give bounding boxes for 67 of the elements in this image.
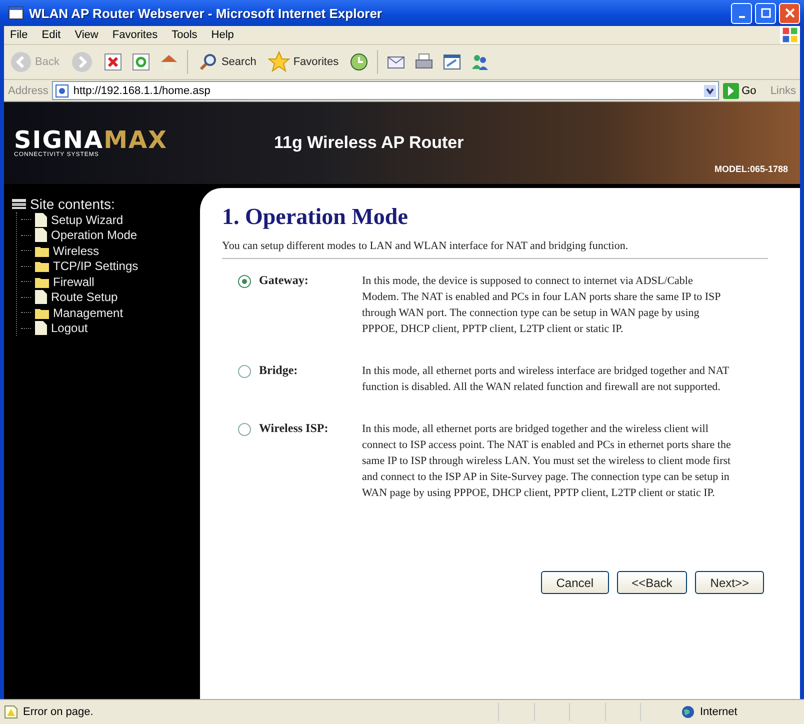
history-icon[interactable] [348, 52, 369, 72]
sidebar-link[interactable]: Wireless [53, 244, 100, 258]
sidebar-title: Site contents: [30, 196, 115, 212]
globe-icon [681, 705, 695, 719]
document-icon [35, 321, 47, 336]
close-button[interactable] [779, 2, 800, 24]
menu-item[interactable]: Favorites [112, 29, 158, 41]
dropdown-icon[interactable] [704, 84, 716, 96]
product-title: 11g Wireless AP Router [274, 133, 465, 153]
menu-item[interactable]: View [74, 29, 98, 41]
radio-button[interactable] [238, 275, 251, 288]
mode-label: Gateway: [259, 273, 308, 288]
wizard-button[interactable]: Cancel [541, 571, 609, 594]
address-label: Address [8, 84, 48, 96]
minimize-button[interactable] [731, 2, 752, 24]
folder-icon [35, 276, 49, 288]
menu-item[interactable]: Edit [42, 29, 61, 41]
security-zone: Internet [700, 706, 738, 718]
address-field[interactable]: http://192.168.1.1/home.asp [52, 81, 719, 100]
maximize-icon [760, 8, 770, 18]
wizard-button[interactable]: Next>> [695, 571, 764, 594]
document-icon [35, 212, 47, 227]
sidebar-link[interactable]: Route Setup [51, 290, 118, 304]
brand-logo: SIGNAMAX [14, 128, 169, 152]
folder-icon [35, 244, 49, 257]
status-message: Error on page. [23, 706, 94, 718]
menu-item[interactable]: Tools [172, 29, 198, 41]
edit-icon[interactable] [442, 52, 462, 72]
sidebar-link[interactable]: Management [53, 306, 124, 320]
browser-icon [8, 5, 24, 21]
people-icon[interactable] [470, 52, 490, 72]
windows-logo-icon [780, 26, 800, 44]
document-icon [35, 290, 47, 304]
go-button[interactable]: Go [722, 82, 756, 98]
page-heading: 1. Operation Mode [222, 204, 409, 230]
close-icon [784, 8, 794, 18]
maximize-button[interactable] [755, 2, 776, 24]
menu-item[interactable]: Help [211, 29, 234, 41]
mode-label: Bridge: [259, 363, 298, 378]
radio-button[interactable] [238, 423, 251, 436]
refresh-icon[interactable] [131, 52, 152, 72]
minimize-icon [738, 16, 744, 18]
folder-icon [35, 260, 49, 272]
favorites-button[interactable]: Favorites [266, 51, 341, 73]
menu-item[interactable]: File [10, 29, 28, 41]
mode-label: Wireless ISP: [259, 421, 328, 436]
sidebar-link[interactable]: TCP/IP Settings [53, 259, 138, 274]
page-icon [55, 84, 70, 98]
search-button[interactable]: Search [196, 52, 258, 72]
model-number: MODEL:065-1788 [714, 164, 788, 174]
mode-description: In this mode, the device is supposed to connect to internet via ADSL/Cable Modem. The NAT is enabled and PCs in four LAN ports share the same IP to ISP through WAN port. The connection type can be setup in WAN page by using PPPOE, DHCP client, PPTP client, L2TP client or static IP. [362, 274, 722, 337]
sidebar-link[interactable]: Firewall [53, 274, 94, 289]
stop-icon[interactable] [103, 52, 124, 72]
folder-icon [35, 306, 49, 319]
wizard-button[interactable]: <<Back [616, 571, 688, 594]
warning-page-icon [4, 705, 18, 719]
radio-button[interactable] [238, 365, 251, 378]
intro-text: You can setup different modes to LAN and WLAN interface for NAT and bridging function. [222, 240, 630, 252]
mode-description: In this mode, all ethernet ports are bridged together and the wireless client will connect to ISP access point. The NAT is enabled and PCs in ethernet ports share the same IP to ISP through wireless LAN. You must set the wireless to client mode first and connect to the ISP AP in Site-Survey page. The connection type can be setup in WAN page by using PPPOE, DHCP client, PPTP client, L2TP client or static IP. [362, 422, 732, 501]
sidebar-link[interactable]: Operation Mode [51, 228, 138, 242]
document-icon [35, 228, 47, 242]
search-icon [198, 52, 218, 72]
star-icon [268, 51, 290, 73]
window-title: WLAN AP Router Webserver - Microsoft Internet Explorer [29, 6, 383, 20]
sidebar-link[interactable]: Setup Wizard [51, 212, 124, 227]
mode-description: In this mode, all ethernet ports and wireless interface are bridged together and NAT function is disabled. All the WAN related function and firewall are not supported. [362, 364, 730, 395]
sidebar-link[interactable]: Logout [51, 321, 88, 336]
